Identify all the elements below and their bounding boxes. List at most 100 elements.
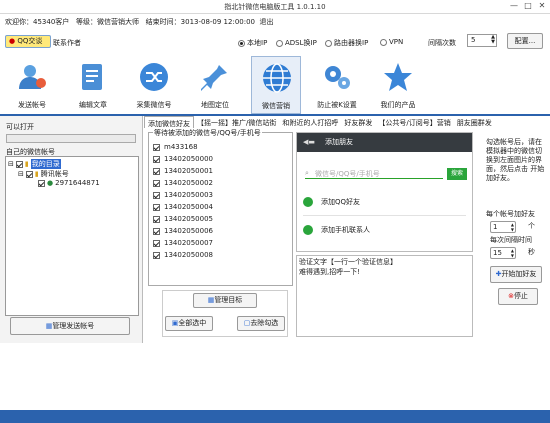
ip-mode-label: VPN: [389, 38, 404, 46]
target-item[interactable]: 13402050007: [153, 239, 213, 247]
checkbox[interactable]: [153, 167, 160, 175]
phone-contact-icon: [303, 225, 313, 235]
tree-child[interactable]: ⊟ ▮ 腾讯帐号: [18, 169, 69, 179]
stop-button[interactable]: ⊗停止: [498, 288, 538, 305]
tool-map-location[interactable]: 地图定位: [190, 56, 240, 114]
level-label: 等级：: [75, 18, 97, 26]
target-item[interactable]: 13402050005: [153, 215, 213, 223]
radio-dot: [238, 39, 245, 47]
expire-time: 3013-08-09 12:00:00: [180, 18, 256, 26]
ip-mode-router[interactable]: 路由器换IP: [325, 38, 368, 48]
checkbox[interactable]: [153, 239, 160, 247]
manage-accounts-button[interactable]: ▦管理发送帐号: [10, 317, 130, 335]
checkbox[interactable]: [153, 179, 160, 187]
manage-targets-button[interactable]: ▦管理目标: [193, 293, 257, 308]
tool-our-products[interactable]: 我们的产品: [373, 56, 423, 114]
ip-mode-vpn[interactable]: VPN: [380, 38, 403, 46]
minimize-button[interactable]: —: [508, 1, 520, 10]
checkbox[interactable]: [153, 155, 160, 163]
target-label: 13402050006: [164, 227, 213, 235]
target-label: 13402050005: [164, 215, 213, 223]
tool-edit-article[interactable]: 编辑文章: [68, 56, 118, 114]
config-button[interactable]: 配置...: [507, 33, 543, 49]
target-item[interactable]: 13402050006: [153, 227, 213, 235]
collapse-icon[interactable]: ⊟: [18, 170, 24, 178]
select-all-button[interactable]: ▣全部选中: [165, 316, 213, 331]
target-item[interactable]: 13402050003: [153, 191, 213, 199]
target-item[interactable]: 13402050004: [153, 203, 213, 211]
checkbox[interactable]: [153, 143, 160, 151]
deselect-button[interactable]: ▢去除勾选: [237, 316, 285, 331]
target-item[interactable]: 13402050002: [153, 179, 213, 187]
tab-moments[interactable]: 朋友圈群发: [454, 116, 495, 128]
target-label: 13402050000: [164, 155, 213, 163]
checkbox[interactable]: [153, 215, 160, 223]
tab-shake[interactable]: 【摇一摇】推广/微信站街: [194, 116, 279, 128]
tab-nearby[interactable]: 和附近的人打招呼: [279, 116, 341, 128]
tool-label: 微信营销: [262, 102, 290, 110]
main-toolbar: 发送帐号 编辑文章 采集微信号 地图定位 微信营销 防止被K设置 我们的产品: [0, 56, 550, 114]
tree-root[interactable]: ⊟ ▮ 我的目录: [8, 159, 61, 169]
user-level: 微信营销大师: [96, 18, 139, 26]
target-item[interactable]: 13402050008: [153, 251, 213, 259]
spinner-arrows-icon[interactable]: ▲ ▼: [511, 248, 514, 258]
wechat-header: ◀▬ 添加朋友: [297, 133, 472, 152]
checkbox[interactable]: [153, 191, 160, 199]
interval-time-spinner[interactable]: 15 ▲ ▼: [490, 247, 516, 259]
radio-dot: [325, 39, 332, 47]
tree-leaf[interactable]: ● 2971644871: [38, 179, 100, 187]
globe-icon: [263, 63, 291, 93]
collapse-icon[interactable]: ⊟: [8, 160, 14, 168]
tool-anti-ban-settings[interactable]: 防止被K设置: [312, 56, 362, 114]
interval-time-value: 15: [493, 249, 502, 257]
ip-mode-adsl[interactable]: ADSL换IP: [276, 38, 317, 48]
target-item[interactable]: 13402050001: [153, 167, 213, 175]
folder-icon: ▮: [24, 160, 29, 168]
ip-mode-local[interactable]: 本地IP: [238, 38, 267, 48]
spinner-arrows-icon[interactable]: ▲ ▼: [491, 35, 495, 45]
tool-label: 我们的产品: [380, 101, 416, 109]
interval-spinner[interactable]: 5 ▲ ▼: [467, 34, 497, 47]
target-actions: ▦管理目标 ▣全部选中 ▢去除勾选: [162, 290, 288, 337]
select-all-label: 全部选中: [178, 319, 207, 327]
ip-mode-label: ADSL换IP: [285, 39, 317, 47]
logout-link[interactable]: 退出: [259, 18, 273, 26]
spinner-arrows-icon[interactable]: ▲ ▼: [511, 222, 514, 232]
checkbox[interactable]: [153, 251, 160, 259]
per-account-spinner[interactable]: 1 ▲ ▼: [490, 221, 516, 233]
checkbox[interactable]: [25, 170, 33, 178]
maximize-button[interactable]: □: [522, 1, 534, 10]
start-add-button[interactable]: ✚开始加好友: [490, 266, 542, 283]
qq-chat-button[interactable]: ● QQ交谈: [5, 35, 51, 48]
checkbox[interactable]: [38, 179, 45, 187]
qq-contact-icon: [303, 197, 313, 207]
targets-title: 等待被添加的微信号/QQ号/手机号: [153, 128, 262, 138]
tab-add-friends[interactable]: 添加微信好友: [144, 116, 194, 128]
tool-collect-wechat[interactable]: 采集微信号: [129, 56, 179, 114]
wechat-search-button[interactable]: 搜索: [447, 168, 467, 180]
close-button[interactable]: ✕: [536, 1, 548, 10]
tool-label: 防止被K设置: [317, 101, 357, 109]
target-item[interactable]: 13402050000: [153, 155, 213, 163]
add-qq-row[interactable]: 添加QQ好友: [303, 197, 360, 207]
folder-icon: ▮: [34, 170, 39, 178]
ip-mode-label: 路由器换IP: [334, 39, 369, 47]
target-item[interactable]: m433168: [153, 143, 198, 151]
add-phone-row[interactable]: 添加手机联系人: [303, 225, 370, 235]
manage-targets-label: 管理目标: [214, 296, 243, 304]
hint-text: 勾选帐号后，请在模拟器中的微信切换到左面图片的界面，然后点击 开始加好友。: [486, 138, 545, 182]
checkbox[interactable]: [153, 203, 160, 211]
checkbox[interactable]: [153, 227, 160, 235]
collect-shuffle-icon: [140, 63, 168, 91]
welcome-label: 欢迎你：: [5, 18, 33, 26]
contact-author-link[interactable]: 联系作者: [53, 38, 81, 48]
tab-public-account[interactable]: 【公共号/订阅号】营销: [375, 116, 453, 128]
checkbox[interactable]: [15, 160, 23, 168]
tool-wechat-marketing[interactable]: 微信营销: [251, 56, 301, 114]
edit-article-icon: [82, 64, 102, 90]
tree-leaf-label: 2971644871: [55, 179, 100, 187]
tab-mass-message[interactable]: 好友群发: [341, 116, 375, 128]
verify-textarea[interactable]: 难得遇到,招呼一下!: [299, 267, 360, 277]
tool-send-account[interactable]: 发送帐号: [7, 56, 57, 114]
wechat-search-input[interactable]: 微信号/QQ号/手机号: [305, 169, 443, 179]
